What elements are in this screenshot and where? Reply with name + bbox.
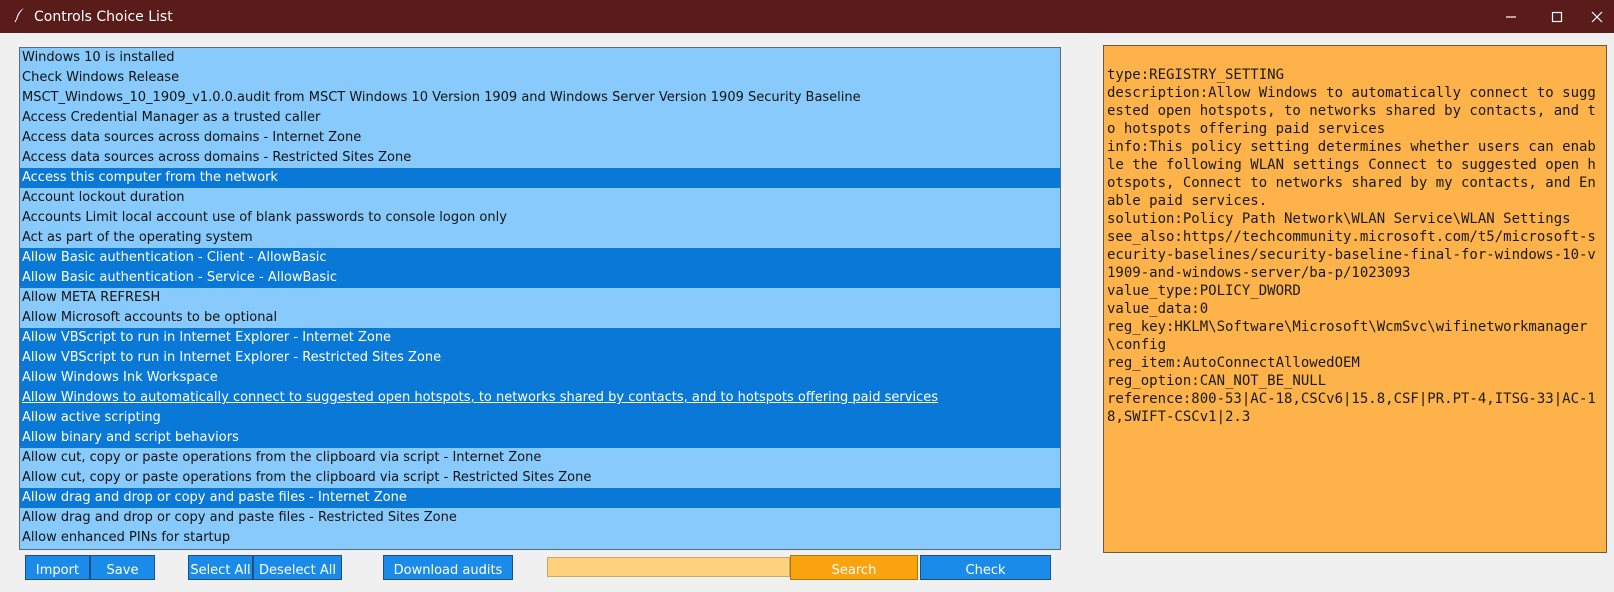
list-item[interactable]: Allow Microsoft accounts to be optional: [20, 308, 1060, 328]
search-button[interactable]: Search: [790, 555, 918, 580]
control-details-panel: type:REGISTRY_SETTING description:Allow W…: [1103, 45, 1607, 553]
list-item[interactable]: Allow Basic authentication - Service - A…: [20, 268, 1060, 288]
check-button[interactable]: Check: [920, 555, 1051, 580]
list-item[interactable]: Allow active scripting: [20, 408, 1060, 428]
save-button[interactable]: Save: [90, 555, 155, 580]
deselect-all-button[interactable]: Deselect All: [253, 555, 342, 580]
list-item[interactable]: Check Windows Release: [20, 68, 1060, 88]
list-item[interactable]: Allow enhanced PINs for startup: [20, 528, 1060, 548]
list-item[interactable]: Allow META REFRESH: [20, 288, 1060, 308]
list-item[interactable]: Allow drag and drop or copy and paste fi…: [20, 508, 1060, 528]
list-item[interactable]: Act as part of the operating system: [20, 228, 1060, 248]
list-item[interactable]: Allow Windows Ink Workspace: [20, 368, 1060, 388]
list-item[interactable]: Allow VBScript to run in Internet Explor…: [20, 328, 1060, 348]
list-item[interactable]: Access Credential Manager as a trusted c…: [20, 108, 1060, 128]
controls-choice-list-window: Controls Choice List Windows 10 is insta…: [0, 0, 1614, 592]
list-item[interactable]: Allow VBScript to run in Internet Explor…: [20, 348, 1060, 368]
list-item[interactable]: Allow Basic authentication - Client - Al…: [20, 248, 1060, 268]
list-item[interactable]: Access data sources across domains - Res…: [20, 148, 1060, 168]
list-item[interactable]: Access data sources across domains - Int…: [20, 128, 1060, 148]
list-item[interactable]: Account lockout duration: [20, 188, 1060, 208]
minimize-icon: [1506, 16, 1516, 18]
close-button[interactable]: [1580, 0, 1614, 33]
list-item[interactable]: MSCT_Windows_10_1909_v1.0.0.audit from M…: [20, 88, 1060, 108]
maximize-icon: [1551, 11, 1563, 23]
list-item[interactable]: Access this computer from the network: [20, 168, 1060, 188]
download-audits-button[interactable]: Download audits: [383, 555, 513, 580]
list-item[interactable]: Windows 10 is installed: [20, 48, 1060, 68]
import-button[interactable]: Import: [25, 555, 90, 580]
detail-line: solution:Policy Path Network\WLAN Servic…: [1107, 211, 1571, 227]
detail-line: description:Allow Windows to automatical…: [1107, 85, 1596, 137]
close-icon: [1591, 11, 1603, 23]
feather-icon: [14, 7, 26, 23]
window-title: Controls Choice List: [34, 9, 173, 25]
title-bar[interactable]: Controls Choice List: [0, 0, 1614, 33]
list-item[interactable]: Allow cut, copy or paste operations from…: [20, 448, 1060, 468]
detail-line: info:This policy setting determines whet…: [1107, 139, 1596, 209]
controls-listbox[interactable]: Windows 10 is installed Check Windows Rel…: [19, 47, 1061, 550]
detail-line: value_type:POLICY_DWORD: [1107, 283, 1301, 299]
detail-line: type:REGISTRY_SETTING: [1107, 67, 1285, 83]
detail-line: reg_key:HKLM\Software\Microsoft\WcmSvc\w…: [1107, 319, 1588, 353]
select-all-button[interactable]: Select All: [188, 555, 253, 580]
detail-line: see_also:https//techcommunity.microsoft.…: [1107, 229, 1596, 281]
minimize-button[interactable]: [1488, 0, 1534, 33]
list-item[interactable]: Accounts Limit local account use of blan…: [20, 208, 1060, 228]
list-item[interactable]: Allow drag and drop or copy and paste fi…: [20, 488, 1060, 508]
detail-line: reference:800-53|AC-18,CSCv6|15.8,CSF|PR…: [1107, 391, 1596, 425]
detail-line: reg_item:AutoConnectAllowedOEM: [1107, 355, 1360, 371]
list-item[interactable]: Allow binary and script behaviors: [20, 428, 1060, 448]
search-input[interactable]: [547, 557, 790, 577]
detail-line: reg_option:CAN_NOT_BE_NULL: [1107, 373, 1327, 389]
maximize-button[interactable]: [1534, 0, 1580, 33]
list-item[interactable]: Allow cut, copy or paste operations from…: [20, 468, 1060, 488]
list-item[interactable]: Allow Windows to automatically connect t…: [20, 388, 1060, 408]
detail-line: value_data:0: [1107, 301, 1209, 317]
